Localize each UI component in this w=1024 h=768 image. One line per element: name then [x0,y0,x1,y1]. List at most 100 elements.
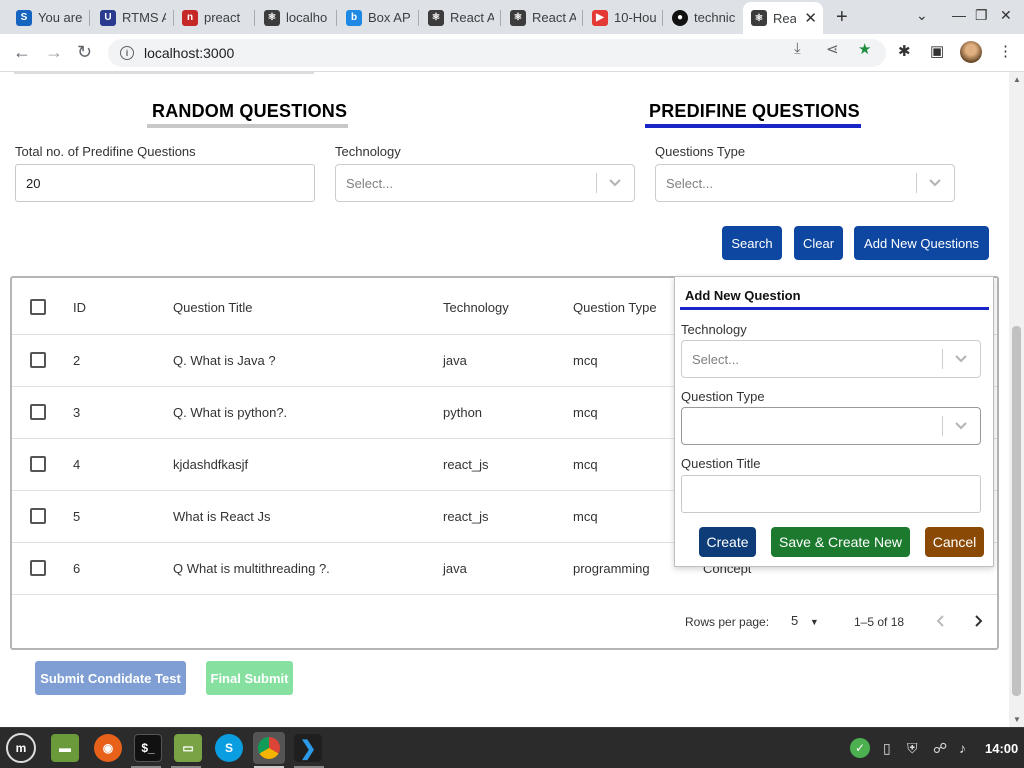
files-icon[interactable]: ▬ [51,734,79,762]
security-shield-icon[interactable]: ⛨ [907,740,918,757]
reload-icon[interactable]: ↻ [77,42,92,63]
save-create-new-button[interactable]: Save & Create New [771,527,910,557]
bookmark-star-icon[interactable]: ★ [858,40,871,58]
total-questions-input[interactable]: 20 [15,164,315,202]
row-checkbox[interactable] [30,508,46,524]
back-icon[interactable]: ← [13,42,31,63]
modal-question-title-input[interactable] [681,475,981,513]
forward-icon[interactable]: → [45,42,63,63]
chevron-down-icon[interactable] [928,173,942,193]
update-shield-icon[interactable]: ✓ [850,738,870,758]
total-questions-value: 20 [26,175,41,191]
chevron-down-icon[interactable]: ⌄ [916,7,928,24]
chevron-down-icon[interactable] [608,173,622,193]
tab-random-questions[interactable]: RANDOM QUESTIONS [152,101,347,122]
new-tab-icon[interactable]: + [836,6,848,29]
clear-button[interactable]: Clear [794,226,843,260]
url-omnibox[interactable]: i localhost:3000 [108,39,886,67]
close-window-icon[interactable]: ✕ [1000,7,1012,24]
chevron-right-icon[interactable] [972,614,984,628]
browser-tab[interactable]: ⚛ React A [420,3,500,32]
firefox-icon[interactable]: ◉ [94,734,122,762]
extensions-icon[interactable]: ✱ [898,42,911,60]
column-header-type[interactable]: Question Type [573,300,657,315]
install-icon[interactable]: ⤓ [794,40,801,57]
skype-icon[interactable]: S [215,734,243,762]
submit-candidate-test-button[interactable]: Submit Condidate Test [35,661,186,695]
column-header-id[interactable]: ID [73,300,86,315]
share-icon[interactable]: ⋖ [826,40,839,58]
modal-question-type-select[interactable] [681,407,981,445]
technology-select[interactable]: Select... [335,164,635,202]
column-header-technology[interactable]: Technology [443,300,509,315]
menu-kebab-icon[interactable]: ⋮ [998,42,1013,60]
side-panel-icon[interactable]: ▣ [930,42,944,60]
terminal-icon[interactable]: $_ [134,734,162,762]
browser-tab[interactable]: n preact [174,3,254,32]
browser-tab[interactable]: ⚛ React A [502,3,582,32]
react-icon: ⚛ [751,10,767,26]
browser-tab-active[interactable]: ⚛ Rea ✕ [743,2,823,34]
modal-technology-select[interactable]: Select... [681,340,981,378]
create-button[interactable]: Create [699,527,756,557]
page-viewport: RANDOM QUESTIONS PREDIFINE QUESTIONS Tot… [0,72,1024,727]
mint-menu-icon[interactable]: m [6,733,36,763]
row-divider [12,594,997,595]
browser-tab[interactable]: ▶ 10-Hou [584,3,662,32]
info-icon[interactable]: i [120,46,134,60]
box-icon: b [346,9,362,26]
youtube-icon: ▶ [592,9,608,26]
scrollbar-thumb[interactable] [1012,326,1021,696]
cell-title: Q. What is Java ? [173,353,276,368]
tab-separator [418,10,419,26]
profile-avatar[interactable] [960,41,982,63]
npm-icon: n [182,9,198,26]
tab-separator [89,10,90,26]
row-checkbox[interactable] [30,404,46,420]
folder-icon[interactable]: ▭ [174,734,202,762]
chevron-left-icon[interactable] [935,614,947,628]
address-bar: ← → ↻ i localhost:3000 ⤓ ⋖ ★ ✱ ▣ ⋮ [0,34,1024,72]
vscode-icon[interactable]: ❯ [294,734,322,762]
row-checkbox[interactable] [30,456,46,472]
chevron-down-icon[interactable] [954,349,968,369]
browser-tab[interactable]: S You are [8,3,88,32]
browser-tab[interactable]: ⚛ localho [256,3,336,32]
questions-type-select[interactable]: Select... [655,164,955,202]
browser-tab[interactable]: ● technic [664,3,742,32]
minimize-icon[interactable]: — [952,7,966,23]
select-divider [596,173,597,193]
chrome-icon[interactable] [253,732,285,764]
select-all-checkbox[interactable] [30,299,46,315]
close-tab-icon[interactable]: ✕ [804,9,817,27]
network-icon[interactable]: ☍ [933,740,947,757]
column-header-title[interactable]: Question Title [173,300,253,315]
questions-type-label: Questions Type [655,144,746,159]
row-checkbox[interactable] [30,560,46,576]
stackoverflow-icon: S [16,9,32,26]
final-submit-button[interactable]: Final Submit [206,661,293,695]
page-scrollbar[interactable]: ▲ ▼ [1009,72,1024,727]
clock[interactable]: 14:00 [985,741,1018,756]
browser-tab[interactable]: b Box AP [338,3,418,32]
rows-per-page-select[interactable]: 5 ▼ [791,613,819,628]
scroll-down-icon[interactable]: ▼ [1013,715,1021,724]
cell-type: programming [573,561,650,576]
search-button[interactable]: Search [722,226,782,260]
scroll-up-icon[interactable]: ▲ [1013,75,1021,84]
technology-label: Technology [335,144,401,159]
cell-id: 2 [73,353,81,368]
restore-icon[interactable]: ❐ [975,7,988,24]
cell-id: 6 [73,561,81,576]
cell-technology: react_js [443,457,489,472]
total-questions-label: Total no. of Predifine Questions [15,144,196,159]
clipboard-icon[interactable]: ▯ [883,740,891,757]
modal-technology-placeholder: Select... [692,352,739,367]
chevron-down-icon[interactable] [954,416,968,436]
add-new-questions-button[interactable]: Add New Questions [854,226,989,260]
row-checkbox[interactable] [30,352,46,368]
volume-icon[interactable]: ♪ [959,740,966,756]
browser-tab[interactable]: U RTMS A [92,3,172,32]
cancel-button[interactable]: Cancel [925,527,984,557]
tab-predefined-questions[interactable]: PREDIFINE QUESTIONS [649,101,860,122]
